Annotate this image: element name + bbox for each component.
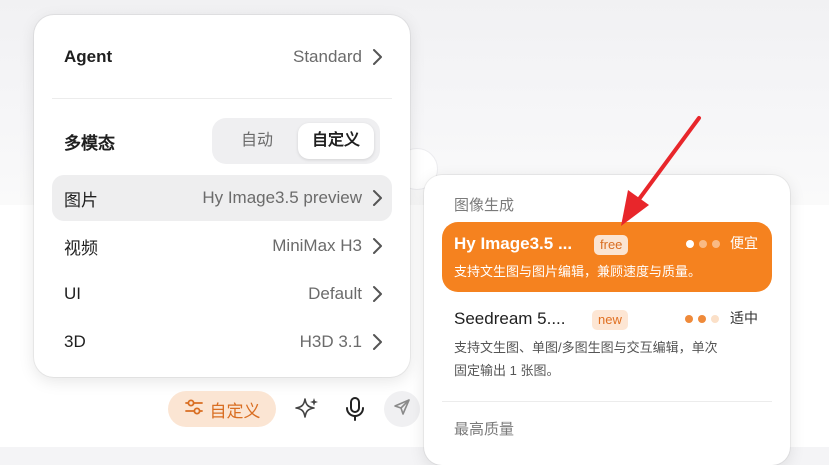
send-icon <box>392 397 412 422</box>
menu-item-value: MiniMax H3 <box>272 236 362 255</box>
menu-item-image[interactable]: 图片 Hy Image3.5 preview <box>52 175 392 221</box>
chevron-right-icon <box>362 333 392 351</box>
menu-item-agent[interactable]: Agent Standard <box>52 34 392 80</box>
agent-label: Agent <box>64 47 113 66</box>
multimodal-segmented-control: 自动 自定义 <box>212 118 380 164</box>
menu-item-label: 3D <box>64 332 86 351</box>
section-title-image-generation: 图像生成 <box>454 197 515 214</box>
menu-item-label: 图片 <box>64 190 98 210</box>
menu-item-value: Hy Image3.5 preview <box>202 188 362 207</box>
menu-item-value: H3D 3.1 <box>299 332 362 351</box>
segment-auto[interactable]: 自动 <box>218 123 296 159</box>
speed-indicator <box>685 315 719 323</box>
speed-dot <box>698 315 706 323</box>
model-option-seedream[interactable]: Seedream 5.... new 适中 支持文生图、单图/多图生图与交互编辑… <box>442 297 772 393</box>
sliders-icon <box>184 397 204 422</box>
model-option-hy-image[interactable]: Hy Image3.5 ... free 便宜 支持文生图与图片编辑，兼顾速度与… <box>442 222 772 292</box>
custom-mode-button[interactable]: 自定义 <box>168 391 276 427</box>
model-dropdown: 图像生成 Hy Image3.5 ... free 便宜 支持文生图与图片编辑，… <box>424 175 790 465</box>
section-title-best-quality: 最高质量 <box>454 421 515 438</box>
model-name: Seedream 5.... <box>454 309 566 328</box>
speed-label: 便宜 <box>730 235 758 251</box>
speed-dot <box>699 240 707 248</box>
chevron-right-icon <box>362 237 392 255</box>
menu-item-label: UI <box>64 284 81 303</box>
agent-value: Standard <box>293 47 362 66</box>
model-description: 固定输出 1 张图。 <box>454 363 560 378</box>
menu-item-3d[interactable]: 3D H3D 3.1 <box>52 319 392 365</box>
model-name: Hy Image3.5 ... <box>454 234 573 253</box>
speed-dot <box>712 240 720 248</box>
segment-custom[interactable]: 自定义 <box>298 123 374 159</box>
menu-item-label: 视频 <box>64 238 98 258</box>
menu-item-video[interactable]: 视频 MiniMax H3 <box>52 223 392 269</box>
speed-dot <box>686 240 694 248</box>
mic-icon[interactable] <box>343 395 367 423</box>
speed-dot <box>711 315 719 323</box>
mode-menu: Agent Standard 多模态 自动 自定义 图片 Hy Image3.5… <box>34 15 410 377</box>
sparkle-icon[interactable] <box>293 395 321 423</box>
speed-dot <box>685 315 693 323</box>
free-badge: free <box>594 235 629 255</box>
custom-mode-label: 自定义 <box>209 401 261 421</box>
menu-item-ui[interactable]: UI Default <box>52 271 392 317</box>
menu-divider <box>52 98 392 99</box>
speed-label: 适中 <box>730 310 758 326</box>
model-description: 支持文生图、单图/多图生图与交互编辑，单次 <box>454 340 718 355</box>
dropdown-divider <box>442 401 772 402</box>
menu-item-value: Default <box>308 284 362 303</box>
multimodal-label: 多模态 <box>64 134 115 153</box>
chevron-right-icon <box>362 189 392 207</box>
chevron-right-icon <box>362 48 392 66</box>
model-description: 支持文生图与图片编辑，兼顾速度与质量。 <box>454 264 702 279</box>
chevron-right-icon <box>362 285 392 303</box>
send-button[interactable] <box>384 391 420 427</box>
speed-indicator <box>686 240 720 248</box>
new-badge: new <box>592 310 628 330</box>
